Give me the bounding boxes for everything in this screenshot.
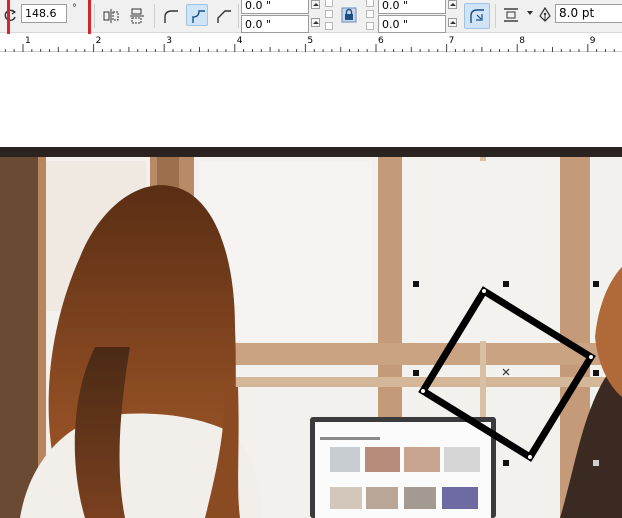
node-handle[interactable] bbox=[481, 288, 487, 294]
corner-radius-bottom-left-field[interactable]: 0.0 " bbox=[241, 15, 309, 33]
rotate-icon bbox=[4, 8, 18, 25]
ruler-label: 2 bbox=[96, 36, 102, 46]
ruler-label: 3 bbox=[166, 36, 172, 46]
spin-up-button[interactable] bbox=[448, 18, 457, 27]
wrap-text-button[interactable] bbox=[500, 4, 526, 26]
corner-node-handles[interactable] bbox=[420, 288, 594, 460]
relative-corner-scaling-button[interactable] bbox=[464, 3, 490, 29]
selection-handle[interactable] bbox=[593, 370, 599, 376]
center-x-icon bbox=[502, 368, 510, 376]
ruler-label: 1 bbox=[25, 36, 31, 46]
corner-radius-top-left-field[interactable]: 0.0 " bbox=[241, 0, 309, 14]
spin-up-button[interactable] bbox=[311, 18, 320, 27]
selection-handle[interactable] bbox=[503, 460, 509, 466]
ruler-label: 7 bbox=[449, 36, 455, 46]
separator bbox=[154, 4, 155, 28]
outline-width-field[interactable]: 8.0 pt bbox=[555, 4, 622, 23]
lock-ratio-button[interactable] bbox=[338, 4, 360, 26]
corner-indicator bbox=[325, 10, 333, 18]
selection-overlay bbox=[413, 281, 599, 466]
property-bar: 148.6 ° 0.0 " 0.0 " 0.0 " 0.0 " 8.0 pt bbox=[0, 0, 622, 33]
separator bbox=[495, 4, 496, 28]
separator bbox=[94, 4, 95, 28]
corner-indicator bbox=[366, 22, 374, 30]
ruler-label: 8 bbox=[519, 36, 525, 46]
selection-handle[interactable] bbox=[593, 281, 599, 287]
ruler-label: 6 bbox=[378, 36, 384, 46]
corner-indicator bbox=[366, 10, 374, 18]
node-handle[interactable] bbox=[588, 354, 594, 360]
rotated-rectangle[interactable] bbox=[418, 286, 596, 462]
corner-indicator bbox=[325, 0, 333, 7]
corner-radius-top-right-field[interactable]: 0.0 " bbox=[378, 0, 446, 14]
node-handle[interactable] bbox=[527, 454, 533, 460]
selection-handle[interactable] bbox=[503, 281, 509, 287]
selection-handle[interactable] bbox=[413, 370, 419, 376]
corner-radius-bottom-right-field[interactable]: 0.0 " bbox=[378, 15, 446, 33]
ruler-label: 5 bbox=[307, 36, 313, 46]
spin-up-button[interactable] bbox=[448, 0, 457, 9]
wrap-dropdown-icon[interactable] bbox=[527, 11, 533, 15]
angle-unit: ° bbox=[72, 3, 77, 14]
separator bbox=[238, 4, 239, 28]
node-handle[interactable] bbox=[420, 388, 426, 394]
drawing-canvas[interactable] bbox=[0, 52, 622, 518]
horizontal-ruler: 1 2 3 4 5 6 7 8 9 bbox=[0, 34, 622, 52]
spin-up-button[interactable] bbox=[311, 0, 320, 9]
scalloped-corner-button[interactable] bbox=[186, 4, 208, 26]
chamfered-corner-button[interactable] bbox=[213, 5, 235, 27]
outline-pen-icon bbox=[538, 6, 552, 26]
corner-indicator bbox=[366, 0, 374, 7]
mirror-horizontal-button[interactable] bbox=[100, 5, 122, 27]
ruler-label: 9 bbox=[590, 36, 596, 46]
round-corner-button[interactable] bbox=[160, 5, 182, 27]
rotation-angle-field[interactable]: 148.6 bbox=[21, 4, 67, 23]
selection-handle[interactable] bbox=[413, 281, 419, 287]
corner-indicator bbox=[325, 22, 333, 30]
mirror-vertical-button[interactable] bbox=[126, 5, 148, 27]
selection-handle[interactable] bbox=[593, 460, 599, 466]
ruler-label: 4 bbox=[237, 36, 243, 46]
